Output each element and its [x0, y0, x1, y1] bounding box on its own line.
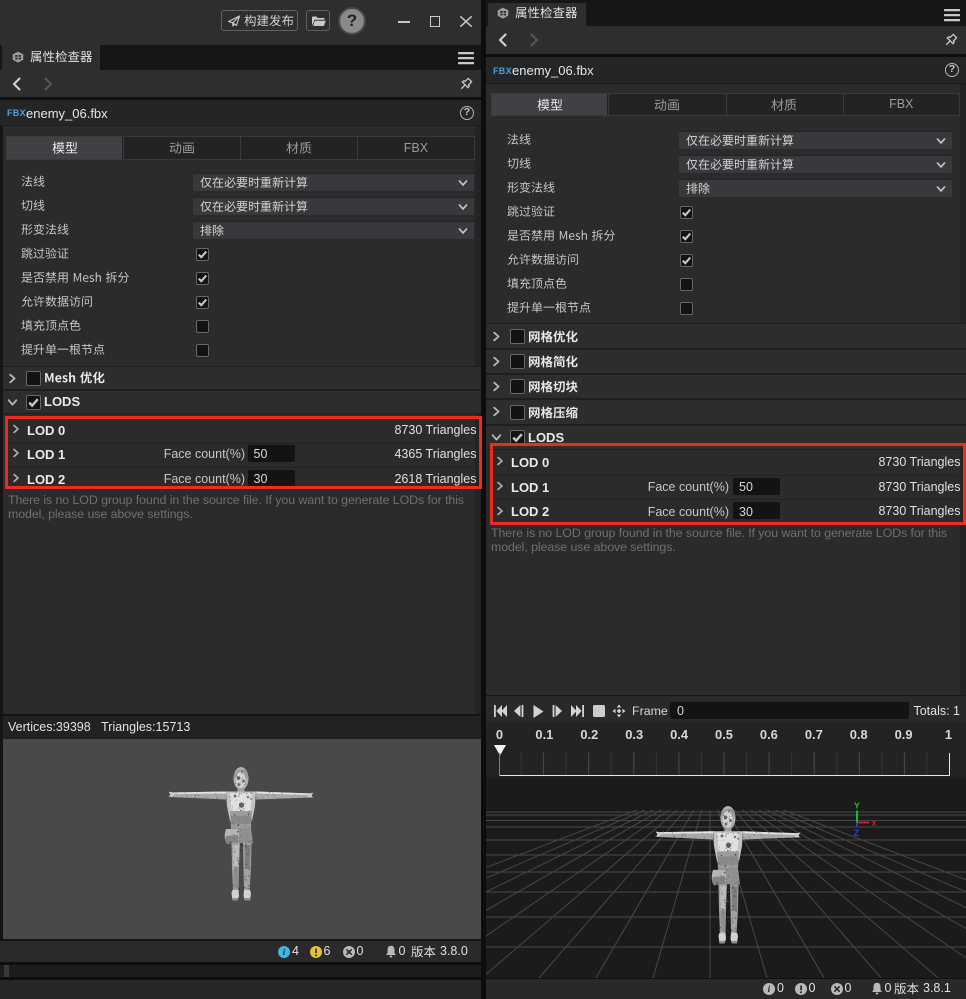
svg-text:i: i: [768, 985, 771, 995]
svg-text:Z: Z: [854, 828, 860, 838]
svg-text:Y: Y: [854, 801, 860, 811]
svg-text:i: i: [283, 948, 286, 958]
svg-text:x: x: [872, 819, 877, 828]
